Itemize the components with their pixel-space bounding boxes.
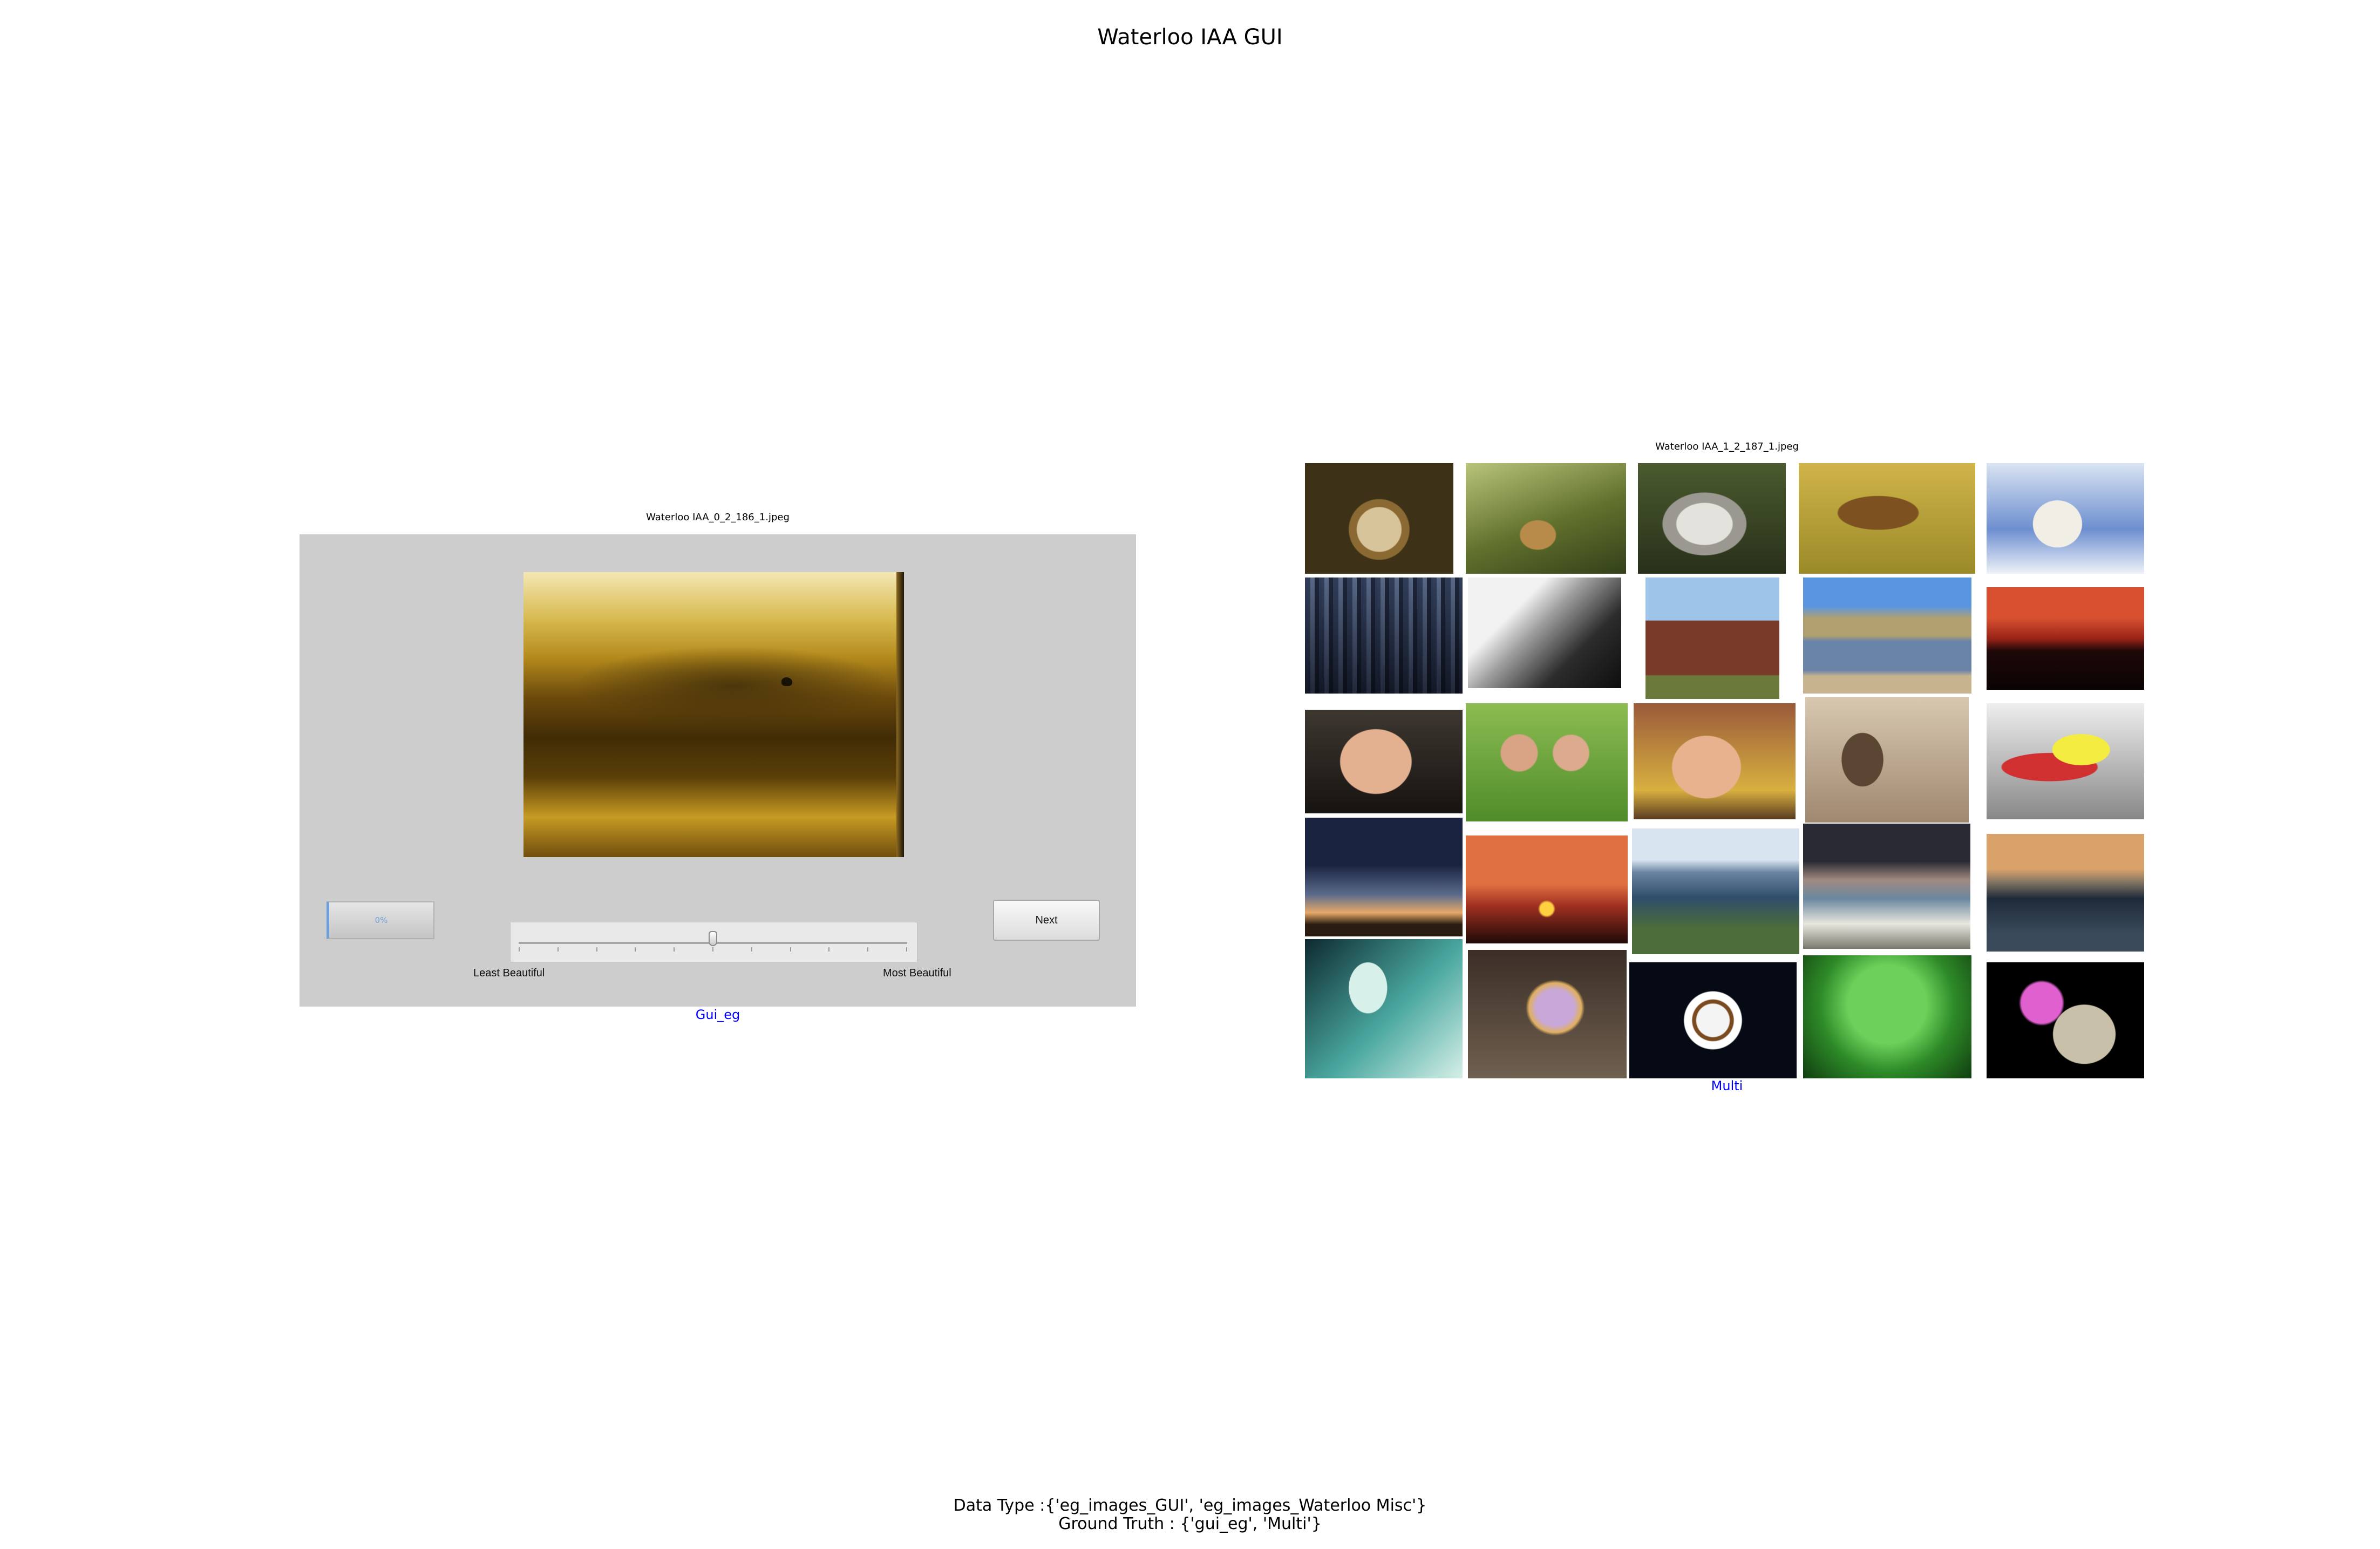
data-type-text: Data Type :{'eg_images_GUI', 'eg_images_… bbox=[953, 1496, 1427, 1515]
next-button[interactable]: Next bbox=[993, 900, 1100, 941]
mountain-lake-photo bbox=[1632, 828, 1799, 954]
sea-sunset-photo bbox=[1466, 835, 1628, 943]
green-leaf-photo bbox=[1803, 955, 1971, 1078]
flying-owl-photo bbox=[1799, 463, 1975, 574]
child-lying-photo bbox=[1634, 703, 1796, 819]
slider-min-label: Least Beautiful bbox=[473, 967, 545, 979]
footer-info: Data Type :{'eg_images_GUI', 'eg_images_… bbox=[0, 1497, 2380, 1533]
beauty-rating-slider[interactable] bbox=[510, 922, 917, 962]
old-barn-photo bbox=[1645, 578, 1779, 699]
dusk-tree-photo bbox=[1305, 818, 1463, 936]
slider-max-label: Most Beautiful bbox=[883, 967, 951, 979]
slider-ticks bbox=[519, 947, 907, 952]
wheat-field-bird-photo bbox=[523, 572, 904, 857]
cactus-flower-photo bbox=[1987, 962, 2144, 1078]
sepia-person-photo bbox=[1805, 697, 1969, 823]
wine-glass-photo bbox=[1305, 939, 1463, 1078]
progress-indicator: 0% bbox=[327, 901, 434, 939]
ski-racer-photo bbox=[1987, 703, 2144, 819]
rating-gui-panel: 0% Next Least Beautiful Most Beautiful bbox=[300, 534, 1136, 1007]
fox-in-forest-photo bbox=[1466, 463, 1626, 574]
castle-reflection-photo bbox=[1803, 578, 1971, 694]
ground-truth-text: Ground Truth : {'gui_eg', 'Multi'} bbox=[1058, 1514, 1322, 1533]
two-girls-photo bbox=[1466, 703, 1628, 821]
coffee-cup-photo bbox=[1629, 962, 1797, 1078]
calm-lake-photo bbox=[1987, 834, 2144, 952]
vulture-photo bbox=[1638, 463, 1786, 574]
carved-sign-photo bbox=[1468, 578, 1621, 688]
gui-eg-label[interactable]: Gui_eg bbox=[300, 1007, 1136, 1022]
gui-image-caption: Waterloo IAA_0_2_186_1.jpeg bbox=[646, 512, 790, 523]
skyline-sunset-photo bbox=[1987, 587, 2144, 690]
bird-silhouette bbox=[781, 677, 792, 686]
city-aerial-photo bbox=[1305, 578, 1463, 694]
snail-photo bbox=[1305, 463, 1453, 574]
man-with-glasses-photo bbox=[1305, 710, 1463, 813]
slider-thumb[interactable] bbox=[709, 931, 717, 946]
collage-image-caption: Waterloo IAA_1_2_187_1.jpeg bbox=[1655, 441, 1799, 452]
multi-label[interactable]: Multi bbox=[1306, 1078, 2148, 1093]
polar-bear-photo bbox=[1987, 463, 2144, 574]
photo-edge-shadow bbox=[896, 572, 904, 857]
progress-text: 0% bbox=[375, 915, 388, 925]
stormy-beach-photo bbox=[1803, 824, 1970, 949]
colorful-glove-photo bbox=[1468, 950, 1627, 1078]
page-title: Waterloo IAA GUI bbox=[1097, 25, 1283, 50]
